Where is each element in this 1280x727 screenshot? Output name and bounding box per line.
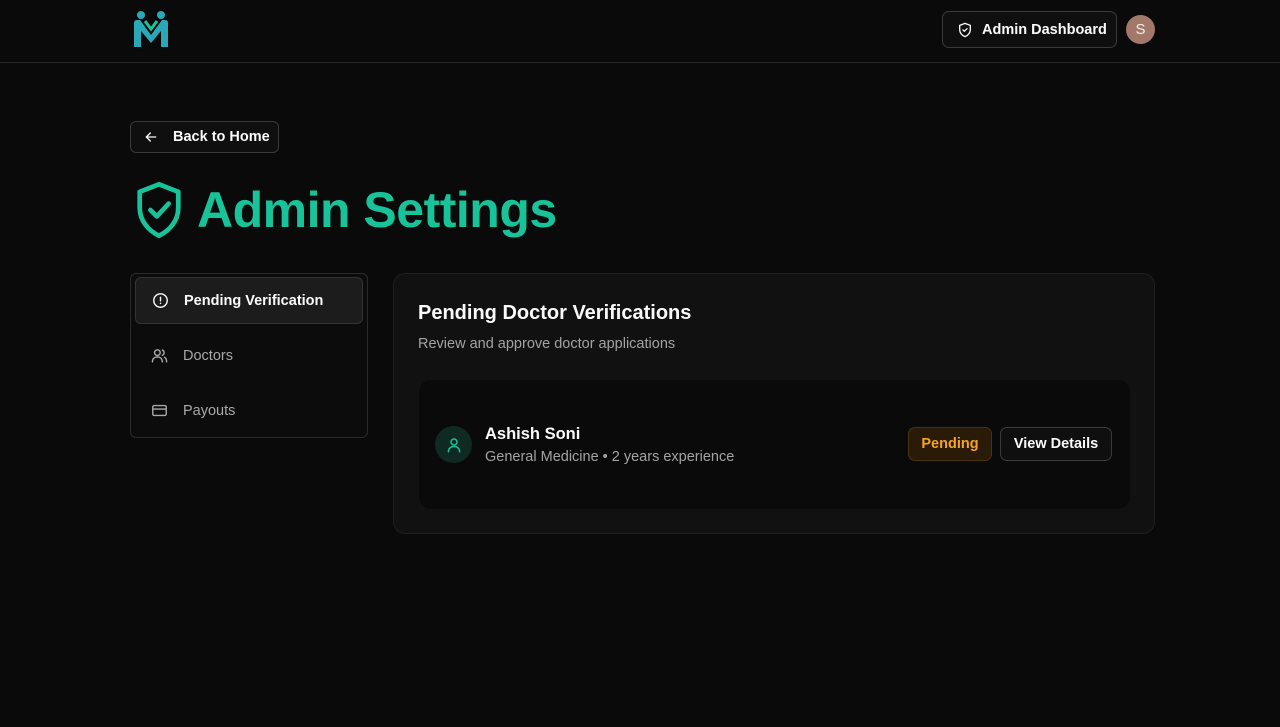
credit-card-icon [152,404,167,417]
panel-title: Pending Doctor Verifications [418,302,692,324]
sidebar-item-label: Payouts [183,402,236,419]
arrow-left-icon [145,132,157,142]
page-header: Admin Settings [133,180,557,240]
sidebar-item-label: Pending Verification [184,292,324,309]
page-title: Admin Settings [197,182,557,238]
user-avatar[interactable]: S [1126,15,1155,44]
sidebar-item-payouts[interactable]: Payouts [135,387,363,434]
admin-dashboard-button[interactable]: Admin Dashboard [942,11,1117,48]
doctor-specialty-experience: General Medicine • 2 years experience [485,449,735,465]
doctor-card: Ashish Soni General Medicine • 2 years e… [419,380,1130,509]
avatar-initial: S [1135,21,1146,38]
admin-dashboard-label: Admin Dashboard [982,21,1107,38]
status-badge: Pending [908,427,992,461]
logo-icon[interactable] [131,9,171,49]
view-details-button[interactable]: View Details [1000,427,1112,461]
users-icon [151,349,168,363]
back-to-home-label: Back to Home [173,129,270,145]
top-navbar: Admin Dashboard S [0,0,1280,63]
back-to-home-button[interactable]: Back to Home [130,121,279,153]
panel-subtitle: Review and approve doctor applications [418,336,676,352]
sidebar-item-pending-verification[interactable]: Pending Verification [135,277,363,324]
alert-circle-icon [153,293,168,308]
doctor-avatar [435,426,472,463]
settings-sidebar: Pending Verification Doctors Payouts [130,273,368,438]
shield-icon [959,22,971,37]
sidebar-item-label: Doctors [183,347,233,364]
pending-verifications-panel: Pending Doctor Verifications Review and … [393,273,1155,534]
user-icon [447,437,460,452]
shield-check-icon [137,181,181,239]
sidebar-item-doctors[interactable]: Doctors [135,332,363,379]
doctor-name: Ashish Soni [485,425,581,443]
